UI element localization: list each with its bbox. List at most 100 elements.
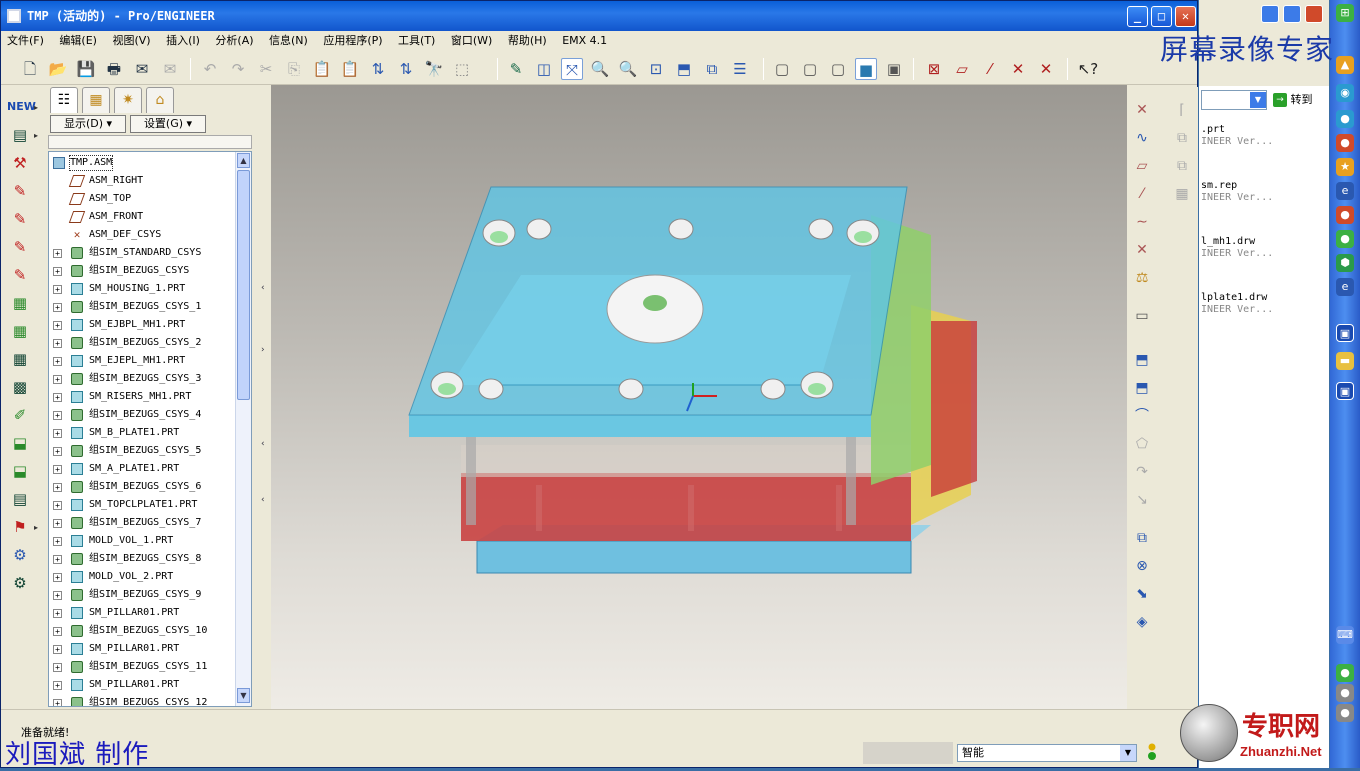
shrinkwrap-icon[interactable]: ⧉	[1170, 155, 1194, 177]
tree-item[interactable]: + 组SIM_BEZUGS_CSYS_5	[49, 442, 235, 460]
menu-analysis[interactable]: 分析(A)	[209, 31, 259, 51]
tree-item[interactable]: + 组SIM_BEZUGS_CSYS_1	[49, 298, 235, 316]
tab-folder-browser[interactable]: ▦	[82, 87, 110, 113]
tree-item[interactable]: + 组SIM_BEZUGS_CSYS_9	[49, 586, 235, 604]
sketch-tool-icon[interactable]: ⌈	[1170, 99, 1194, 121]
repaint-icon[interactable]: ✎	[505, 58, 527, 80]
settings-dropdown[interactable]: 设置(G) ▾	[130, 115, 206, 133]
tree-item[interactable]: + SM_HOUSING_1.PRT	[49, 280, 235, 298]
orient-mode-icon[interactable]: ⤧	[561, 58, 583, 80]
expand-icon[interactable]: +	[53, 447, 62, 456]
select-filter-icon[interactable]: ▭	[1130, 305, 1154, 327]
menu-insert[interactable]: 插入(I)	[160, 31, 206, 51]
maximize-button[interactable]: □	[1151, 6, 1172, 27]
expand-icon[interactable]: +	[53, 681, 62, 690]
minimize-button[interactable]: _	[1127, 6, 1148, 27]
cutout-icon[interactable]: ▦	[7, 319, 33, 343]
task-proe-icon[interactable]: ▣	[1336, 324, 1354, 342]
expand-icon[interactable]: +	[53, 609, 62, 618]
hole-icon[interactable]: ▤	[7, 487, 33, 511]
collapse-left-icon[interactable]: ‹	[261, 283, 265, 293]
family-table-icon[interactable]: ▩	[7, 375, 33, 399]
tree-item[interactable]: + MOLD_VOL_2.PRT	[49, 568, 235, 586]
offset-icon[interactable]: ⧉	[1130, 527, 1154, 549]
restructure-icon[interactable]: ✎	[7, 263, 33, 287]
no-hidden-icon[interactable]: ▢	[827, 58, 849, 80]
datum-display-icon[interactable]: ⊠	[923, 58, 945, 80]
package-icon[interactable]: ✎	[7, 179, 33, 203]
chevron-right-icon[interactable]: ▸	[34, 523, 38, 532]
emx-component-icon[interactable]: ⚙	[7, 571, 33, 595]
find-icon[interactable]: 🔭	[423, 58, 445, 80]
expand-icon[interactable]: +	[53, 645, 62, 654]
tree-item[interactable]: + 组SIM_BEZUGS_CSYS_4	[49, 406, 235, 424]
tree-item[interactable]: ASM_RIGHT	[49, 172, 235, 190]
collapse-left-icon[interactable]: ‹	[261, 439, 265, 449]
expand-icon[interactable]: +	[53, 699, 62, 706]
merge-icon[interactable]: ▦	[7, 291, 33, 315]
hidden-line-icon[interactable]: ▢	[799, 58, 821, 80]
chevron-down-icon[interactable]: ▼	[1120, 745, 1136, 761]
restore-button[interactable]	[1283, 5, 1301, 23]
chevron-right-icon[interactable]: ▸	[34, 103, 38, 112]
shading-icon[interactable]: ■	[855, 58, 877, 80]
globe-icon[interactable]: ●	[1336, 110, 1354, 128]
tree-item[interactable]: + 组SIM_BEZUGS_CSYS_6	[49, 478, 235, 496]
tree-item[interactable]: + 组SIM_BEZUGS_CSYS_11	[49, 658, 235, 676]
tree-item[interactable]: + MOLD_VOL_1.PRT	[49, 532, 235, 550]
file-item[interactable]: sm.rep INEER Ver...	[1201, 180, 1273, 204]
file-item[interactable]: l_mh1.drw INEER Ver...	[1201, 236, 1273, 260]
menu-tools[interactable]: 工具(T)	[392, 31, 441, 51]
expand-icon[interactable]: +	[53, 321, 62, 330]
assembly-ops-icon[interactable]: ⬒	[1130, 377, 1154, 399]
pattern-icon[interactable]: ▦	[7, 347, 33, 371]
expand-icon[interactable]: +	[53, 267, 62, 276]
menu-applications[interactable]: 应用程序(P)	[317, 31, 388, 51]
plane-display-icon[interactable]: ▱	[951, 58, 973, 80]
menu-window[interactable]: 窗口(W)	[445, 31, 498, 51]
wireframe-icon[interactable]: ▢	[771, 58, 793, 80]
refit-icon[interactable]: ⊡	[645, 58, 667, 80]
datum-plane-icon[interactable]: ▱	[1130, 155, 1154, 177]
mirror-component-icon[interactable]: ✎	[7, 235, 33, 259]
regen-manager-icon[interactable]: ⇅	[395, 58, 417, 80]
shell-icon[interactable]: ↘	[1130, 489, 1154, 511]
new-file-icon[interactable]: 🗋	[19, 58, 41, 80]
expand-icon[interactable]: +	[53, 627, 62, 636]
grid-icon[interactable]: ▦	[1170, 183, 1194, 205]
show-dropdown[interactable]: 显示(D) ▾	[50, 115, 126, 133]
app-icon[interactable]: ●	[1336, 134, 1354, 152]
scroll-down-icon[interactable]: ▼	[237, 688, 250, 703]
expand-icon[interactable]: +	[53, 393, 62, 402]
tree-item[interactable]: ASM_FRONT	[49, 208, 235, 226]
windows-logo-icon[interactable]: ⊞	[1336, 4, 1354, 22]
draft-icon[interactable]: ↷	[1130, 461, 1154, 483]
app-icon[interactable]: ●	[1336, 206, 1354, 224]
tree-item[interactable]: + 组SIM_BEZUGS_CSYS_12	[49, 694, 235, 706]
menu-edit[interactable]: 编辑(E)	[53, 31, 103, 51]
regenerate-icon[interactable]: ⇅	[367, 58, 389, 80]
zoom-out-icon[interactable]: 🔍	[617, 58, 639, 80]
menu-view[interactable]: 视图(V)	[106, 31, 156, 51]
paste-icon[interactable]: 📋	[311, 58, 333, 80]
round-icon[interactable]: ⌒	[1130, 405, 1154, 427]
expand-icon[interactable]: +	[53, 411, 62, 420]
tree-item[interactable]: + 组SIM_BEZUGS_CSYS	[49, 262, 235, 280]
tree-item[interactable]: + SM_PILLAR01.PRT	[49, 676, 235, 694]
scroll-up-icon[interactable]: ▲	[237, 153, 250, 168]
datum-csys-icon[interactable]: ✕	[1130, 239, 1154, 261]
datum-axis-icon[interactable]: ⁄	[1130, 183, 1154, 205]
copy-icon[interactable]: ⎘	[283, 58, 305, 80]
browser-icon[interactable]: e	[1336, 182, 1354, 200]
tree-item[interactable]: ✕ ASM_DEF_CSYS	[49, 226, 235, 244]
expand-icon[interactable]: +	[53, 591, 62, 600]
expand-icon[interactable]: +	[53, 573, 62, 582]
zoom-in-icon[interactable]: 🔍	[589, 58, 611, 80]
menu-file[interactable]: 文件(F)	[1, 31, 50, 51]
edit-component-icon[interactable]: ⬒	[1130, 349, 1154, 371]
tree-item[interactable]: + SM_TOPCLPLATE1.PRT	[49, 496, 235, 514]
datum-point-icon[interactable]: ✕	[1130, 99, 1154, 121]
tree-item[interactable]: + 组SIM_BEZUGS_CSYS_7	[49, 514, 235, 532]
move-icon[interactable]: ⬊	[1130, 583, 1154, 605]
extrude-icon[interactable]: ⬓	[7, 431, 33, 455]
